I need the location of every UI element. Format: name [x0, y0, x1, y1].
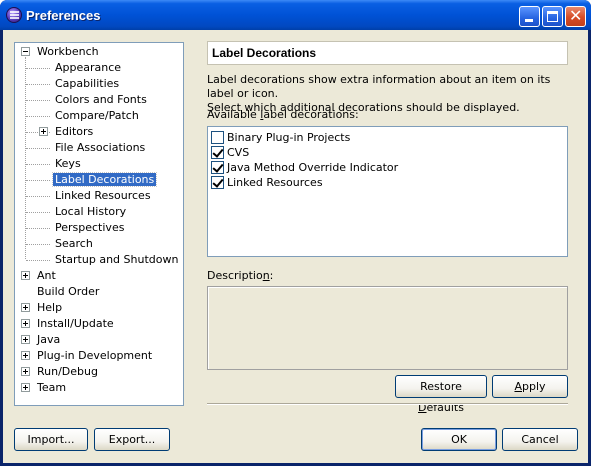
collapse-icon[interactable] — [21, 47, 30, 56]
tree-item-label: Label Decorations — [51, 172, 158, 187]
tree-connector — [26, 228, 50, 229]
description-box — [207, 286, 568, 370]
decoration-label: Linked Resources — [227, 176, 323, 189]
tree-item[interactable]: Plug-in Development — [35, 348, 154, 364]
tree-item[interactable]: Help — [35, 300, 64, 316]
tree-item[interactable]: Editors — [53, 124, 95, 140]
tree-item[interactable]: Keys — [53, 156, 83, 172]
tree-item-label: Capabilities — [55, 77, 120, 90]
tree-item[interactable]: Run/Debug — [35, 364, 100, 380]
checkbox-checked[interactable] — [211, 176, 224, 189]
checkbox-checked[interactable] — [211, 146, 224, 159]
close-icon: ✕ — [569, 6, 583, 25]
tree-item-label: Perspectives — [55, 221, 125, 234]
checkbox-checked[interactable] — [211, 161, 224, 174]
preferences-window: Preferences ✕ Workbench Appearance Capabil… — [0, 0, 591, 466]
description-label: Description: — [207, 269, 274, 282]
tree-item[interactable]: Install/Update — [35, 316, 116, 332]
tree-connector — [26, 212, 50, 213]
tree-connector — [26, 100, 50, 101]
close-button[interactable]: ✕ — [565, 6, 586, 27]
expand-icon[interactable] — [21, 271, 30, 280]
tree-item-label: Compare/Patch — [55, 109, 139, 122]
export-button[interactable]: Export... — [94, 428, 170, 451]
tree-item[interactable]: Colors and Fonts — [53, 92, 149, 108]
decoration-label: Java Method Override Indicator — [227, 161, 399, 174]
tree-connector — [26, 180, 50, 181]
tree-connector — [26, 196, 50, 197]
tree-item-label: Team — [37, 381, 67, 394]
tree-connector — [26, 244, 50, 245]
tree-item[interactable]: Search — [53, 236, 95, 252]
eclipse-icon — [6, 7, 22, 23]
expand-icon[interactable] — [21, 383, 30, 392]
tree-item-label: Ant — [37, 269, 56, 282]
tree-item-label: Appearance — [55, 61, 122, 74]
tree-item[interactable]: Build Order — [35, 284, 101, 300]
expand-icon[interactable] — [21, 367, 30, 376]
tree-item-label: Run/Debug — [37, 365, 98, 378]
ok-button[interactable]: OK — [421, 428, 497, 451]
restore-defaults-button[interactable]: Restore Defaults — [395, 375, 487, 414]
preferences-tree[interactable]: Workbench Appearance Capabilities Colors an… — [14, 42, 184, 406]
available-decorations-label: Available label decorations: — [207, 108, 359, 121]
tree-item[interactable]: Ant — [35, 268, 58, 284]
tree-item-label: File Associations — [55, 141, 146, 154]
tree-connector — [26, 116, 50, 117]
tree-item[interactable]: Java — [35, 332, 62, 348]
tree-item-label: Startup and Shutdown — [55, 253, 179, 266]
tree-connector — [26, 148, 50, 149]
checkbox-unchecked[interactable] — [211, 131, 224, 144]
tree-item-label: Plug-in Development — [37, 349, 153, 362]
tree-item-label: Java — [37, 333, 61, 346]
tree-item-label: Install/Update — [37, 317, 114, 330]
tree-item-label: Local History — [55, 205, 127, 218]
tree-item[interactable]: Appearance — [53, 60, 123, 76]
tree-connector — [26, 164, 50, 165]
tree-connector — [26, 260, 50, 261]
page-description-line-1: Label decorations show extra information… — [207, 73, 551, 100]
tree-item[interactable]: Capabilities — [53, 76, 121, 92]
expand-icon[interactable] — [39, 127, 48, 136]
tree-item[interactable]: Local History — [53, 204, 128, 220]
tree-item[interactable]: Startup and Shutdown — [53, 252, 180, 268]
minimize-button[interactable] — [519, 6, 540, 27]
tree-connector — [26, 68, 50, 69]
decoration-label: Binary Plug-in Projects — [227, 131, 351, 144]
tree-item-label: Linked Resources — [55, 189, 151, 202]
maximize-icon — [547, 11, 558, 22]
decoration-label: CVS — [227, 146, 250, 159]
tree-item[interactable]: Linked Resources — [53, 188, 153, 204]
tree-item-label: Editors — [55, 125, 94, 138]
tree-item[interactable]: Perspectives — [53, 220, 126, 236]
import-button[interactable]: Import... — [14, 428, 88, 451]
expand-icon[interactable] — [21, 319, 30, 328]
tree-item[interactable]: Workbench — [35, 44, 101, 60]
tree-item[interactable]: Compare/Patch — [53, 108, 141, 124]
tree-item-label: Search — [55, 237, 93, 250]
tree-item[interactable]: Team — [35, 380, 68, 396]
page-title: Label Decorations — [212, 46, 317, 60]
window-title: Preferences — [26, 8, 101, 23]
title-bar[interactable]: Preferences ✕ — [0, 0, 591, 30]
expand-icon[interactable] — [21, 335, 30, 344]
cancel-button[interactable]: Cancel — [502, 428, 578, 451]
expand-icon[interactable] — [21, 351, 30, 360]
decorations-checklist[interactable]: Binary Plug-in Projects CVS Java Method Ov… — [207, 126, 568, 257]
tree-item-label: Workbench — [37, 45, 99, 58]
expand-icon[interactable] — [21, 303, 30, 312]
tree-item-label: Keys — [55, 157, 81, 170]
page-separator — [207, 403, 568, 405]
tree-connector — [26, 84, 50, 85]
maximize-button[interactable] — [542, 6, 563, 27]
apply-button[interactable]: Apply — [492, 375, 568, 398]
tree-item-label: Help — [37, 301, 63, 314]
tree-item-label: Colors and Fonts — [55, 93, 147, 106]
tree-item-label: Build Order — [37, 285, 100, 298]
page-header: Label Decorations — [207, 41, 568, 65]
tree-item[interactable]: Label Decorations — [51, 172, 158, 188]
minimize-icon — [525, 19, 533, 22]
dialog-client-area: Workbench Appearance Capabilities Colors an… — [3, 30, 588, 463]
tree-item[interactable]: File Associations — [53, 140, 147, 156]
